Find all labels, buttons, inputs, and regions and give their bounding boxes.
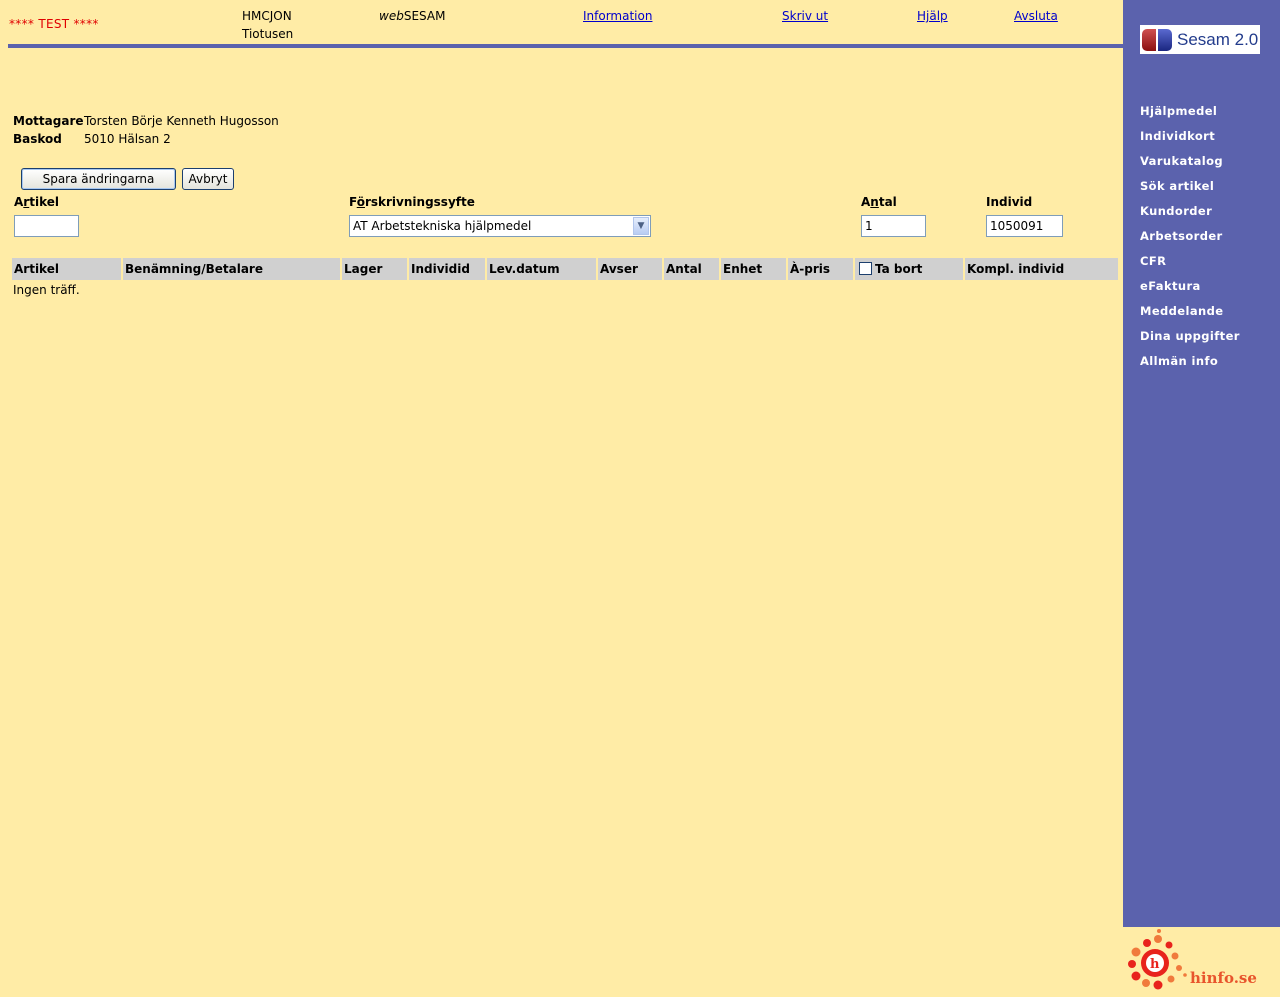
- logout-link[interactable]: Avsluta: [1014, 9, 1058, 23]
- save-changes-button[interactable]: Spara ändringarna: [21, 168, 176, 190]
- svg-text:h: h: [1150, 957, 1160, 972]
- user-code: HMCJON: [242, 9, 292, 23]
- purpose-label: Förskrivningssyfte: [349, 195, 475, 209]
- cancel-button[interactable]: Avbryt: [182, 168, 234, 190]
- print-link[interactable]: Skriv ut: [782, 9, 828, 23]
- information-link[interactable]: Information: [583, 9, 652, 23]
- app-name: webSESAM: [379, 9, 445, 23]
- quantity-label-part: tal: [878, 195, 897, 209]
- chevron-down-icon[interactable]: ▼: [633, 217, 649, 235]
- purpose-label-part: rskrivningssyfte: [364, 195, 475, 209]
- baskod-label: Baskod: [13, 132, 62, 146]
- column-header-benamning: Benämning/Betalare: [123, 258, 340, 280]
- test-environment-label: **** TEST ****: [9, 17, 99, 31]
- column-header-avser: Avser: [598, 258, 662, 280]
- purpose-label-part: F: [349, 195, 357, 209]
- purpose-selected-value: AT Arbetstekniska hjälpmedel: [353, 219, 532, 233]
- baskod-value: 5010 Hälsan 2: [84, 132, 171, 146]
- column-header-individid: Individid: [409, 258, 485, 280]
- select-all-remove-checkbox[interactable]: [859, 262, 872, 275]
- article-label-part: tikel: [29, 195, 59, 209]
- recipient-row: MottagareTorsten Börje Kenneth Hugosson: [13, 114, 279, 128]
- recipient-value: Torsten Börje Kenneth Hugosson: [84, 114, 279, 128]
- quantity-label-part: A: [861, 195, 871, 209]
- app-name-prefix: web: [379, 9, 404, 23]
- column-header-antal: Antal: [664, 258, 719, 280]
- article-input[interactable]: [14, 215, 79, 237]
- app-name-suffix: SESAM: [403, 9, 446, 23]
- baskod-row: Baskod 5010 Hälsan 2: [13, 132, 171, 146]
- hinfo-text: hinfo.se: [1190, 969, 1257, 987]
- sidebar-item-dina-uppgifter[interactable]: Dina uppgifter: [1140, 328, 1240, 353]
- sesam-logo-icon: [1142, 28, 1172, 51]
- user-name: Tiotusen: [242, 27, 294, 41]
- main-content: **** TEST **** HMCJON Tiotusen webSESAM …: [0, 0, 1123, 994]
- column-header-apris: À-pris: [788, 258, 853, 280]
- recipient-label: Mottagare: [13, 114, 84, 128]
- column-header-ta-bort: Ta bort: [855, 258, 963, 280]
- empty-results-message: Ingen träff.: [13, 283, 80, 297]
- sidebar-item-hjalpmedel[interactable]: Hjälpmedel: [1140, 103, 1240, 128]
- header-divider: [8, 44, 1123, 48]
- article-label-part: A: [14, 195, 24, 209]
- sesam-logo-text: Sesam 2.0: [1177, 29, 1259, 49]
- sidebar-item-sok-artikel[interactable]: Sök artikel: [1140, 178, 1240, 203]
- column-header-kompl-individ: Kompl. individ: [965, 258, 1118, 280]
- sidebar-item-efaktura[interactable]: eFaktura: [1140, 278, 1240, 303]
- help-link[interactable]: Hjälp: [917, 9, 948, 23]
- column-header-artikel: Artikel: [12, 258, 121, 280]
- ta-bort-label: Ta bort: [875, 262, 923, 276]
- sidebar-item-arbetsorder[interactable]: Arbetsorder: [1140, 228, 1240, 253]
- column-header-levdatum: Lev.datum: [487, 258, 596, 280]
- sidebar-item-allman-info[interactable]: Allmän info: [1140, 353, 1240, 378]
- hinfo-sun-icon: h: [1128, 929, 1187, 990]
- sidebar-nav: Hjälpmedel Individkort Varukatalog Sök a…: [1140, 103, 1240, 378]
- quantity-label-accesskey: n: [870, 195, 879, 209]
- sidebar-item-kundorder[interactable]: Kundorder: [1140, 203, 1240, 228]
- sidebar-item-varukatalog[interactable]: Varukatalog: [1140, 153, 1240, 178]
- purpose-select[interactable]: AT Arbetstekniska hjälpmedel ▼: [349, 215, 651, 237]
- individ-input[interactable]: 1050091: [986, 215, 1063, 237]
- sesam-logo: Sesam 2.0: [1140, 25, 1260, 54]
- hinfo-logo[interactable]: h hinfo.se: [1125, 928, 1275, 994]
- quantity-label: Antal: [861, 195, 897, 209]
- quantity-input[interactable]: 1: [861, 215, 926, 237]
- sidebar-item-meddelande[interactable]: Meddelande: [1140, 303, 1240, 328]
- column-header-lager: Lager: [342, 258, 407, 280]
- article-label: Artikel: [14, 195, 59, 209]
- sidebar-item-cfr[interactable]: CFR: [1140, 253, 1240, 278]
- sidebar-item-individkort[interactable]: Individkort: [1140, 128, 1240, 153]
- purpose-label-accesskey: ö: [356, 195, 365, 209]
- individ-label: Individ: [986, 195, 1033, 209]
- column-header-enhet: Enhet: [721, 258, 786, 280]
